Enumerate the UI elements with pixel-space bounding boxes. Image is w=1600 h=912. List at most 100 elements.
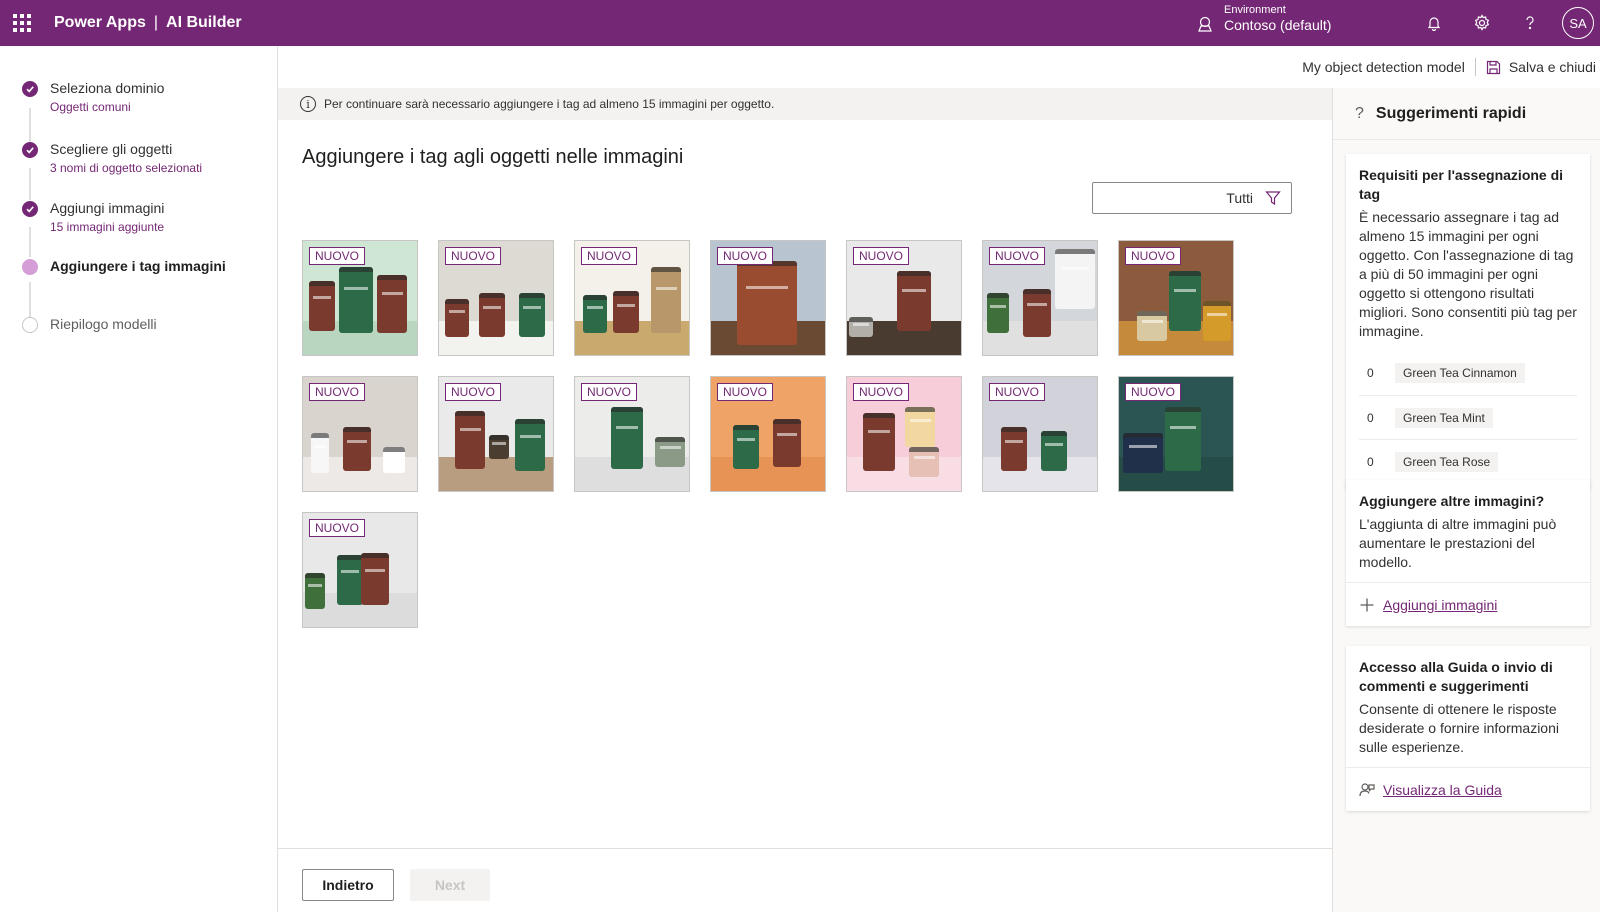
page-title: Aggiungere i tag agli oggetti nelle imma… — [302, 146, 684, 168]
product-can-graphic — [733, 425, 759, 469]
view-guide-link[interactable]: Visualizza la Guida — [1346, 767, 1590, 811]
image-tile[interactable]: NUOVO — [710, 376, 826, 492]
new-badge: NUOVO — [445, 383, 502, 401]
image-tile[interactable]: NUOVO — [302, 376, 418, 492]
product-can-graphic — [305, 573, 325, 609]
info-message-bar: i Per continuare sarà necessario aggiung… — [278, 88, 1332, 120]
card-title: Requisiti per l'assegnazione di tag — [1359, 167, 1564, 202]
tag-count-list: 0 Green Tea Cinnamon 0 Green Tea Mint 0 … — [1346, 351, 1590, 489]
app-title[interactable]: Power Apps | AI Builder — [54, 14, 242, 32]
card-title: Accesso alla Guida o invio di commenti e… — [1359, 659, 1553, 694]
image-tile[interactable]: NUOVO — [574, 240, 690, 356]
step-tag-images[interactable]: Aggiungere i tag immagini — [22, 258, 226, 275]
new-badge: NUOVO — [717, 247, 774, 265]
new-badge: NUOVO — [717, 383, 774, 401]
product-can-graphic — [651, 267, 681, 333]
new-badge: NUOVO — [853, 383, 910, 401]
product-can-graphic — [909, 447, 939, 477]
product-can-graphic — [583, 295, 607, 333]
product-can-graphic — [905, 407, 935, 447]
title-separator: | — [153, 14, 159, 31]
step-title: Scegliere gli oggetti — [50, 141, 173, 157]
step-connector — [29, 282, 31, 318]
info-message: Per continuare sarà necessario aggiunger… — [324, 97, 775, 111]
filter-value: Tutti — [1226, 190, 1253, 206]
current-step-indicator — [22, 259, 38, 275]
question-icon: ? — [1355, 104, 1364, 122]
bell-icon — [1427, 17, 1441, 31]
add-more-images-card: Aggiungere altre immagini? L'aggiunta di… — [1346, 480, 1590, 626]
image-tile[interactable]: NUOVO — [846, 376, 962, 492]
card-text: L'aggiunta di altre immagini può aumenta… — [1359, 516, 1557, 570]
product-can-graphic — [519, 293, 545, 337]
image-tile[interactable]: NUOVO — [1118, 376, 1234, 492]
new-badge: NUOVO — [309, 247, 366, 265]
image-tile[interactable]: NUOVO — [438, 376, 554, 492]
image-tile[interactable]: NUOVO — [710, 240, 826, 356]
image-tile[interactable]: NUOVO — [302, 512, 418, 628]
new-badge: NUOVO — [581, 383, 638, 401]
product-can-graphic — [339, 267, 373, 333]
product-can-graphic — [1123, 433, 1163, 473]
product-can-graphic — [897, 271, 931, 331]
new-badge: NUOVO — [1125, 383, 1182, 401]
image-tile[interactable]: NUOVO — [982, 240, 1098, 356]
product-can-graphic — [1001, 427, 1027, 471]
app-launcher-button[interactable] — [0, 0, 44, 46]
add-images-link[interactable]: Aggiungi immagini — [1346, 582, 1590, 626]
new-badge: NUOVO — [853, 247, 910, 265]
tag-count-row: 0 Green Tea Rose — [1359, 439, 1577, 483]
product-can-graphic — [309, 281, 335, 331]
image-tile[interactable]: NUOVO — [302, 240, 418, 356]
back-button[interactable]: Indietro — [302, 869, 394, 901]
plus-icon — [1360, 598, 1374, 611]
quick-tips-panel: ? Suggerimenti rapidi Requisiti per l'as… — [1332, 88, 1600, 912]
environment-picker[interactable]: Environment Contoso (default) — [1196, 4, 1331, 33]
environment-icon — [1198, 16, 1212, 32]
check-icon — [22, 201, 38, 217]
step-add-images[interactable]: Aggiungi immagini 15 immagini aggiunte — [22, 200, 164, 234]
image-tile[interactable]: NUOVO — [846, 240, 962, 356]
product-can-graphic — [1169, 271, 1201, 331]
product-can-graphic — [987, 293, 1009, 333]
tag-filter-dropdown[interactable]: Tutti — [1092, 182, 1292, 214]
image-tile[interactable]: NUOVO — [982, 376, 1098, 492]
product-can-graphic — [311, 433, 329, 473]
avatar[interactable]: SA — [1562, 7, 1594, 39]
product-can-graphic — [737, 261, 797, 345]
save-and-close-button[interactable]: Salva e chiudi — [1476, 59, 1596, 75]
step-title: Seleziona dominio — [50, 80, 165, 96]
image-tile[interactable]: NUOVO — [1118, 240, 1234, 356]
step-subtitle: 3 nomi di oggetto selezionati — [50, 161, 203, 175]
card-text: È necessario assegnare i tag ad almeno 1… — [1359, 209, 1577, 339]
settings-button[interactable] — [1458, 0, 1506, 46]
notifications-button[interactable] — [1410, 0, 1458, 46]
step-subtitle: 15 immagini aggiunte — [50, 220, 165, 234]
step-title: Riepilogo modelli — [50, 316, 157, 332]
person-feedback-icon — [1359, 782, 1375, 796]
top-bar: Power Apps | AI Builder Environment Cont… — [0, 0, 1600, 46]
card-text: Consente di ottenere le risposte desider… — [1359, 701, 1559, 755]
step-choose-objects[interactable]: Scegliere gli oggetti 3 nomi di oggetto … — [22, 141, 202, 175]
step-model-summary[interactable]: Riepilogo modelli — [22, 316, 157, 333]
app-name: Power Apps — [54, 14, 146, 31]
help-feedback-card: Accesso alla Guida o invio di commenti e… — [1346, 646, 1590, 811]
product-can-graphic — [849, 317, 873, 337]
product-can-graphic — [377, 275, 407, 333]
product-can-graphic — [343, 427, 371, 471]
product-can-graphic — [863, 413, 895, 471]
new-badge: NUOVO — [309, 383, 366, 401]
tag-count: 0 — [1367, 366, 1374, 380]
image-tile[interactable]: NUOVO — [438, 240, 554, 356]
tag-count: 0 — [1367, 454, 1374, 469]
help-button[interactable] — [1506, 0, 1554, 46]
image-tile[interactable]: NUOVO — [574, 376, 690, 492]
question-icon — [1526, 16, 1534, 30]
new-badge: NUOVO — [581, 247, 638, 265]
next-button[interactable]: Next — [410, 869, 490, 901]
step-select-domain[interactable]: Seleziona dominio Oggetti comuni — [22, 80, 164, 114]
save-icon — [1486, 60, 1500, 74]
step-title: Aggiungere i tag immagini — [50, 258, 226, 274]
product-can-graphic — [383, 447, 405, 473]
pending-step-indicator — [22, 317, 38, 333]
